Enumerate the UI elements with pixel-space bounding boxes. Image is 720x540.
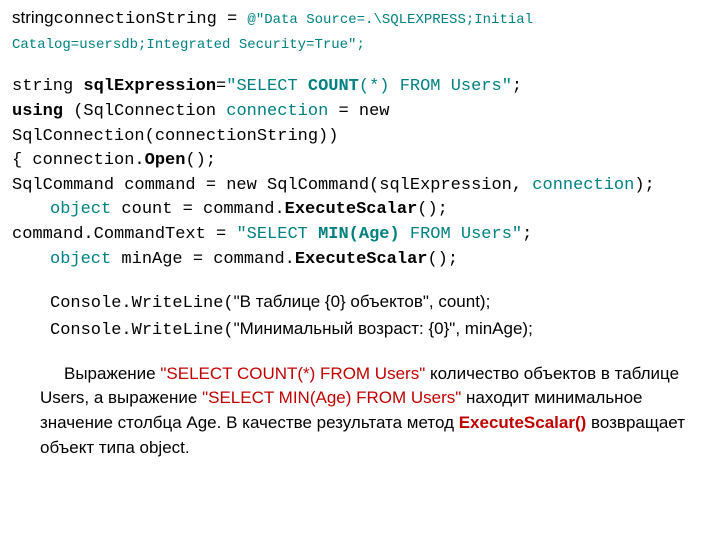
blank-line bbox=[12, 57, 708, 75]
code-token: MIN(Age) bbox=[318, 225, 400, 244]
code-token: ; bbox=[522, 225, 532, 244]
code-token: ); bbox=[634, 176, 654, 195]
code-token: string bbox=[12, 77, 83, 96]
code-token: ; bbox=[512, 77, 522, 96]
code-line-9: object minAge = command.ExecuteScalar(); bbox=[12, 248, 708, 273]
sql-expression: "SELECT COUNT(*) FROM Users" bbox=[160, 364, 425, 383]
code-line-7: object count = command.ExecuteScalar(); bbox=[12, 198, 708, 223]
code-token: minAge = command. bbox=[111, 250, 295, 269]
code-line-5: { connection.Open(); bbox=[12, 149, 708, 174]
code-token: "В таблице {0} объектов", count); bbox=[234, 292, 491, 311]
code-line-4: using (SqlConnection connection = new Sq… bbox=[12, 100, 708, 149]
prose-text: Выражение bbox=[64, 364, 160, 383]
code-line-3: string sqlExpression="SELECT COUNT(*) FR… bbox=[12, 75, 708, 100]
code-token: "Минимальный возраст: {0}", minAge); bbox=[234, 319, 533, 338]
code-line-8: command.CommandText = "SELECT MIN(Age) F… bbox=[12, 223, 708, 248]
code-token: connection bbox=[226, 102, 328, 121]
code-line-11: Console.WriteLine("Минимальный возраст: … bbox=[12, 317, 708, 344]
sql-expression: "SELECT MIN(Age) FROM Users" bbox=[202, 388, 461, 407]
code-line-1: stringconnectionString = @"Data Source=.… bbox=[12, 6, 708, 57]
code-token: sqlExpression bbox=[83, 77, 216, 96]
code-token: Console.WriteLine( bbox=[50, 294, 234, 313]
code-token: = bbox=[216, 77, 226, 96]
code-token: connectionString = bbox=[54, 10, 248, 29]
code-line-6: SqlCommand command = new SqlCommand(sqlE… bbox=[12, 174, 708, 199]
code-token: "SELECT bbox=[236, 225, 318, 244]
code-token: (); bbox=[427, 250, 458, 269]
code-line-10: Console.WriteLine("В таблице {0} объекто… bbox=[12, 290, 708, 317]
method-name: ExecuteScalar() bbox=[459, 413, 587, 432]
code-token: Console.WriteLine( bbox=[50, 321, 234, 340]
code-token: string bbox=[12, 10, 54, 29]
blank-line bbox=[12, 272, 708, 290]
code-token: Open bbox=[145, 151, 186, 170]
code-token: command.CommandText = bbox=[12, 225, 236, 244]
code-token: (*) FROM Users" bbox=[359, 77, 512, 96]
code-token: ExecuteScalar bbox=[295, 250, 428, 269]
code-token: count = command. bbox=[111, 200, 284, 219]
code-token: SqlCommand command = new SqlCommand(sqlE… bbox=[12, 176, 532, 195]
code-token: { connection. bbox=[12, 151, 145, 170]
code-token: (); bbox=[185, 151, 216, 170]
code-block: stringconnectionString = @"Data Source=.… bbox=[12, 6, 708, 344]
code-token: using bbox=[12, 102, 63, 121]
code-token: ExecuteScalar bbox=[285, 200, 418, 219]
code-token: (SqlConnection bbox=[63, 102, 226, 121]
code-token: "SELECT bbox=[226, 77, 308, 96]
code-token: COUNT bbox=[308, 77, 359, 96]
code-token: object bbox=[50, 200, 111, 219]
prose-paragraph: Выражение "SELECT COUNT(*) FROM Users" к… bbox=[12, 362, 708, 461]
code-token: object bbox=[50, 250, 111, 269]
code-token: FROM Users" bbox=[400, 225, 522, 244]
code-token: (); bbox=[417, 200, 448, 219]
code-token: connection bbox=[532, 176, 634, 195]
